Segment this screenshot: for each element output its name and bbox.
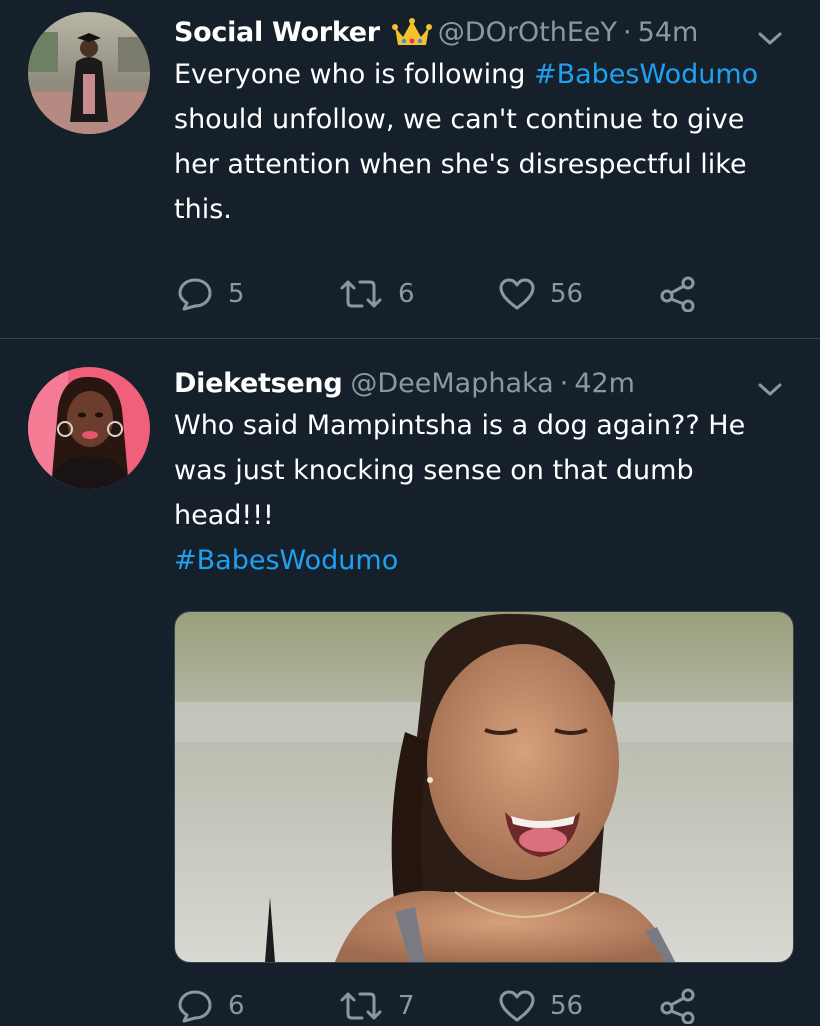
retweet-button[interactable]: 7: [338, 986, 415, 1026]
tweet-text: Who said Mampintsha is a dog again?? He …: [174, 410, 746, 531]
share-button[interactable]: [658, 274, 698, 314]
share-button[interactable]: [658, 986, 698, 1026]
like-button[interactable]: 56: [498, 274, 583, 314]
tweet-actions: 6 7 56: [174, 986, 774, 1026]
retweet-count: 6: [398, 279, 415, 309]
reply-icon: [178, 278, 212, 311]
tweet[interactable]: Social Worker @DOrOthEeY · 54m Everyone …: [0, 0, 820, 338]
reply-count: 6: [228, 991, 245, 1021]
retweet-button[interactable]: 6: [338, 274, 415, 314]
reply-icon: [178, 990, 212, 1023]
display-name[interactable]: Social Worker: [174, 14, 380, 52]
reply-count: 5: [228, 279, 245, 309]
hashtag-link[interactable]: #BabesWodumo: [174, 538, 780, 583]
handle[interactable]: @DeeMaphaka: [350, 365, 553, 403]
retweet-count: 7: [398, 991, 415, 1021]
avatar[interactable]: [28, 12, 150, 134]
chevron-down-icon[interactable]: [756, 373, 784, 396]
tweet-image[interactable]: [174, 611, 794, 963]
tweet-actions: 5 6 56: [174, 274, 774, 314]
like-count: 56: [550, 279, 584, 309]
tweet[interactable]: Dieketseng @DeeMaphaka · 42m Who said Ma…: [0, 339, 820, 1024]
reply-button[interactable]: 5: [176, 274, 245, 314]
like-icon: [499, 278, 535, 310]
separator: ·: [559, 368, 569, 399]
avatar[interactable]: [28, 367, 150, 489]
share-icon: [660, 988, 695, 1024]
retweet-icon: [340, 992, 382, 1020]
like-count: 56: [550, 991, 584, 1021]
tweet-header: Dieketseng @DeeMaphaka · 42m: [174, 365, 782, 403]
separator: ·: [623, 17, 632, 48]
handle[interactable]: @DOrOthEeY: [438, 14, 617, 52]
display-name[interactable]: Dieketseng: [174, 365, 343, 403]
crown-emoji: [391, 17, 432, 49]
like-icon: [499, 990, 535, 1022]
chevron-down-icon[interactable]: [756, 22, 784, 45]
like-button[interactable]: 56: [498, 986, 583, 1026]
hashtag-link[interactable]: #BabesWodumo: [534, 59, 758, 90]
retweet-icon: [340, 280, 382, 308]
share-icon: [660, 276, 695, 312]
reply-button[interactable]: 6: [176, 986, 245, 1026]
tweet-text: Everyone who is following #BabesWodumo s…: [174, 59, 759, 225]
timestamp[interactable]: 42m: [574, 365, 635, 403]
tweet-header: Social Worker @DOrOthEeY · 54m: [174, 14, 782, 52]
timestamp[interactable]: 54m: [638, 14, 699, 52]
